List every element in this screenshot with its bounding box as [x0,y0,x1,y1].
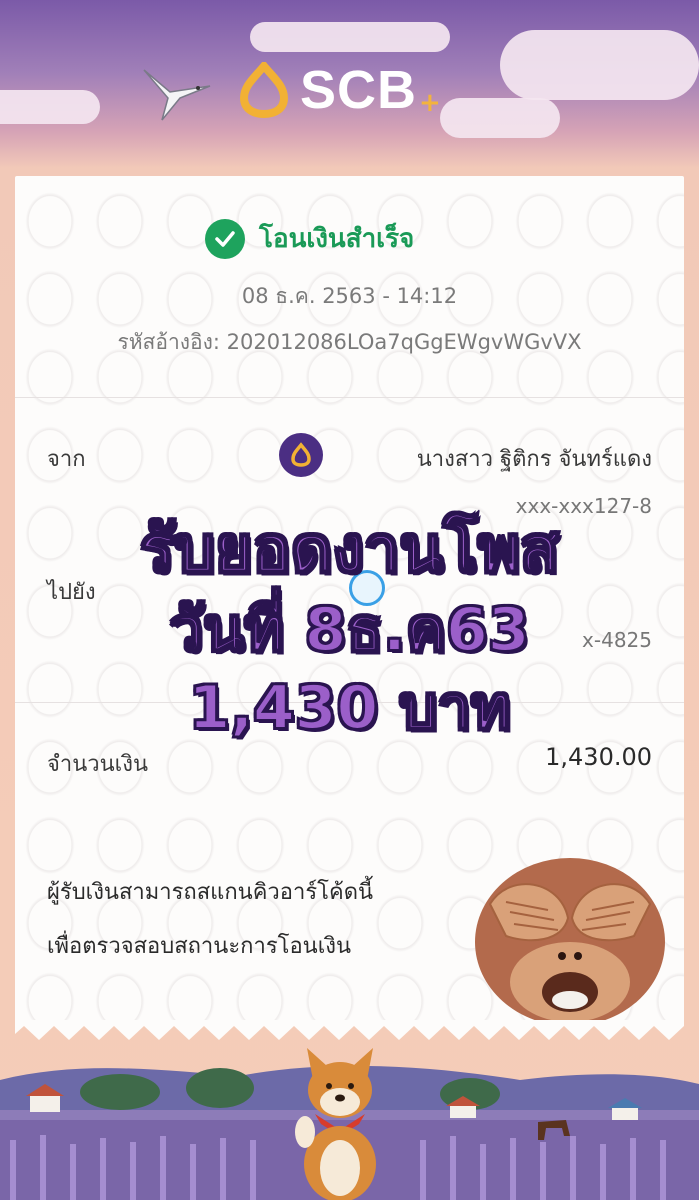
brand-plus: + [419,88,441,118]
check-icon [205,218,245,259]
cloud [0,90,100,124]
from-label: จาก [47,447,86,472]
bird-icon [143,69,211,121]
divider [15,397,684,398]
reference-code: รหัสอ้างอิง: 202012086LOa7qGgEWgvWGvVX [117,330,582,354]
scb-avatar-icon [279,433,323,477]
scb-logo: SCB + [236,60,441,120]
status-row: โอนเงินสำเร็จ [205,218,414,259]
overlay-line-3: 1,430 บาท [187,672,511,744]
qr-note-line-1: ผู้รับเงินสามารถสแกนคิวอาร์โค้ดนี้ [47,880,374,905]
shiba-dog-icon [295,1048,376,1200]
scb-logo-icon [239,62,289,118]
monkey-emoji-icon [475,858,665,1026]
cloud [250,22,450,52]
qr-note-line-2: เพื่อตรวจสอบสถานะการโอนเงิน [47,934,352,959]
status-text: โอนเงินสำเร็จ [259,224,415,254]
sender-name: นางสาว ฐิติกร จันทร์แดง [416,447,652,472]
header: SCB + [0,0,699,165]
transfer-datetime: 08 ธ.ค. 2563 - 14:12 [241,284,458,308]
cloud [440,98,560,138]
brand-name: SCB [300,60,418,120]
cloud [500,30,699,100]
